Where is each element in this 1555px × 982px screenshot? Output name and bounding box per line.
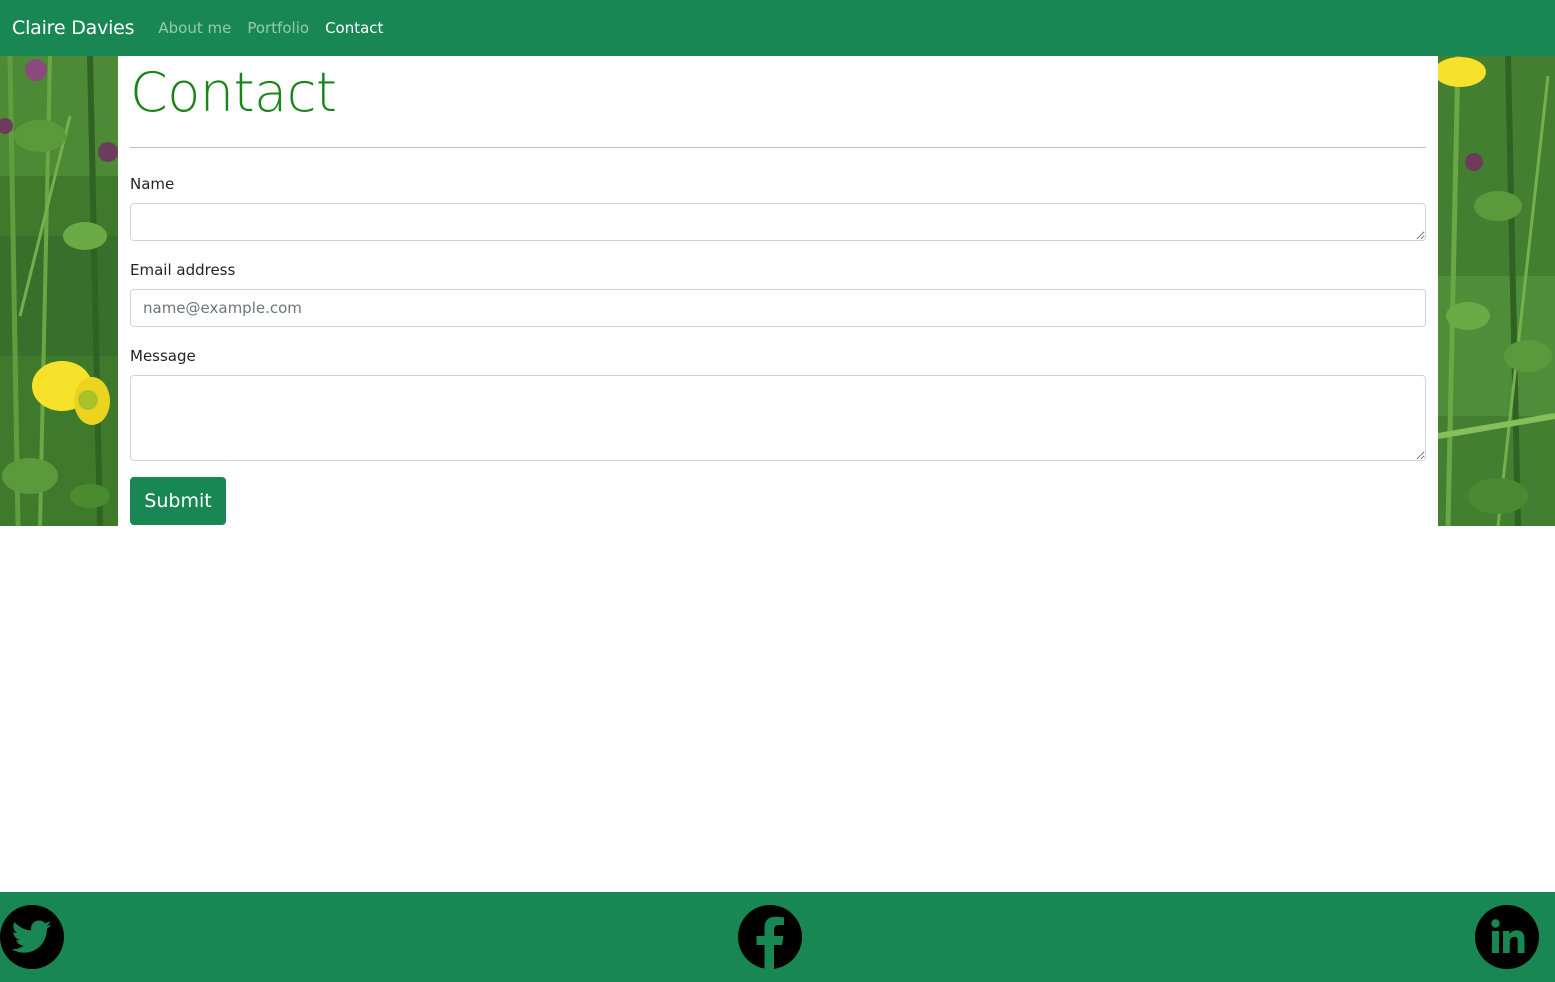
nav-link-about-me[interactable]: About me xyxy=(158,19,231,37)
email-label: Email address xyxy=(130,261,236,279)
name-label: Name xyxy=(130,175,175,193)
background-flowers-right xyxy=(1438,56,1555,526)
contact-form: Name Email address Message Submit xyxy=(130,175,1426,525)
footer xyxy=(0,892,1555,982)
page-title: Contact xyxy=(130,61,337,124)
twitter-icon[interactable] xyxy=(0,905,64,969)
message-label: Message xyxy=(130,347,196,365)
name-field[interactable] xyxy=(130,203,1426,241)
facebook-icon[interactable] xyxy=(738,905,802,969)
nav-link-portfolio[interactable]: Portfolio xyxy=(247,19,309,37)
nav-link-contact[interactable]: Contact xyxy=(325,19,383,37)
linkedin-icon[interactable] xyxy=(1475,905,1539,969)
main-content: Contact Name Email address Message Submi… xyxy=(118,56,1438,526)
submit-button[interactable]: Submit xyxy=(130,477,226,525)
email-field[interactable] xyxy=(130,289,1426,327)
brand-link[interactable]: Claire Davies xyxy=(12,17,135,39)
background-flowers-left xyxy=(0,56,118,526)
title-divider xyxy=(130,147,1426,148)
navbar: Claire Davies About me Portfolio Contact xyxy=(0,0,1555,56)
message-field[interactable] xyxy=(130,375,1426,461)
